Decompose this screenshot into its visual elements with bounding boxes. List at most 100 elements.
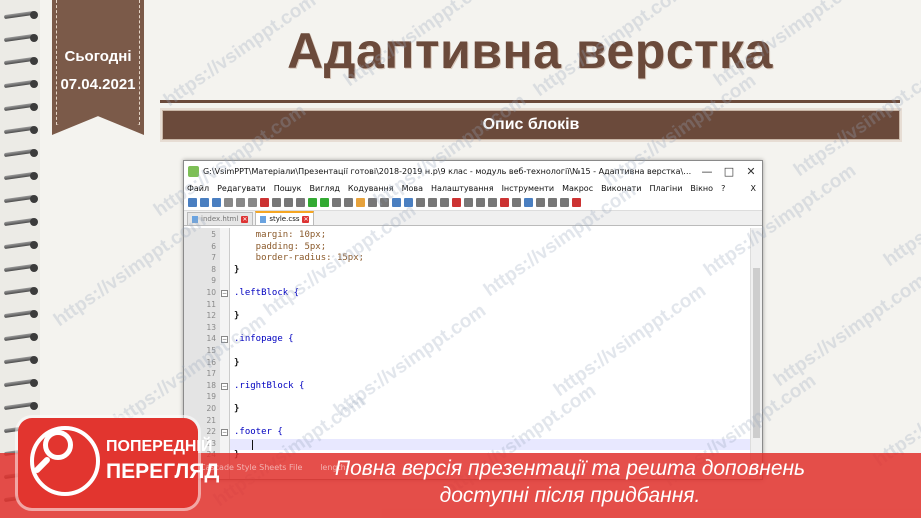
today-label: Сьогодні: [64, 48, 132, 65]
toolbar-button-icon[interactable]: [548, 198, 557, 207]
menu-item[interactable]: Інструменти: [502, 184, 555, 193]
menu-item[interactable]: Вікно: [690, 184, 713, 193]
toolbar-button-icon[interactable]: [512, 198, 521, 207]
menu-item[interactable]: Кодування: [348, 184, 394, 193]
text-caret: [252, 439, 253, 450]
menu-item[interactable]: Мова: [402, 184, 423, 193]
line-number: 5: [211, 230, 216, 239]
maximize-button[interactable]: □: [718, 165, 740, 178]
menu-item[interactable]: Вигляд: [310, 184, 340, 193]
fold-toggle-icon[interactable]: −: [221, 429, 228, 437]
toolbar-button-icon[interactable]: [200, 198, 209, 207]
close-button[interactable]: ✕: [740, 165, 762, 178]
line-number: 16: [206, 357, 216, 367]
tab-bar: index.html ✕ style.css ✕: [184, 211, 762, 226]
toolbar-button-icon[interactable]: [296, 198, 305, 207]
toolbar-button-icon[interactable]: [224, 198, 233, 207]
toolbar-button-icon[interactable]: [344, 198, 353, 207]
preview-text-line-1: Повна версія презентації та решта доповн…: [334, 457, 806, 480]
toolbar-button-icon[interactable]: [356, 198, 365, 207]
menu-item[interactable]: Макрос: [562, 184, 593, 193]
menu-item[interactable]: Файл: [187, 184, 209, 193]
title-underline: [160, 100, 900, 103]
binding-ring: [3, 286, 38, 296]
code-line: .rightBlock {: [234, 380, 305, 391]
tab-style-css[interactable]: style.css ✕: [255, 211, 315, 225]
toolbar-button-icon[interactable]: [500, 198, 509, 207]
line-number: 20: [206, 404, 216, 413]
toolbar-button-icon[interactable]: [464, 198, 473, 207]
menu-item[interactable]: Пошук: [274, 184, 302, 193]
toolbar-button-icon[interactable]: [380, 198, 389, 207]
menu-item[interactable]: Плагіни: [650, 184, 683, 193]
menu-item[interactable]: Редагувати: [217, 184, 266, 193]
toolbar-button-icon[interactable]: [368, 198, 377, 207]
toolbar-button-icon[interactable]: [428, 198, 437, 207]
code-line: border-radius: 15px;: [234, 253, 365, 264]
tab-close-icon[interactable]: ✕: [241, 215, 249, 223]
toolbar-button-icon[interactable]: [188, 198, 197, 207]
preview-badge: ПОПЕРЕДНІЙ ПЕРЕГЛЯД: [18, 418, 219, 508]
code-editor[interactable]: 56789101112131415161718192021222324 −−−−…: [184, 228, 762, 479]
binding-ring: [3, 125, 38, 135]
toolbar-button-icon[interactable]: [404, 198, 413, 207]
toolbar-button-icon[interactable]: [392, 198, 401, 207]
binding-ring: [3, 102, 38, 112]
toolbar-button-icon[interactable]: [524, 198, 533, 207]
line-number: 6: [211, 241, 216, 251]
toolbar-button-icon[interactable]: [284, 198, 293, 207]
toolbar-button-icon[interactable]: [308, 198, 317, 207]
tab-index-html[interactable]: index.html ✕: [187, 212, 254, 225]
binding-ring: [3, 217, 38, 227]
toolbar-button-icon[interactable]: [488, 198, 497, 207]
binding-ring: [3, 79, 38, 89]
toolbar-button-icon[interactable]: [476, 198, 485, 207]
toolbar-button-icon[interactable]: [452, 198, 461, 207]
preview-text-line-2: доступні після придбання.: [439, 484, 701, 507]
binding-ring: [3, 240, 38, 250]
line-number: 19: [206, 392, 216, 402]
fold-toggle-icon[interactable]: −: [221, 382, 228, 390]
line-number: 21: [206, 415, 216, 425]
binding-ring: [3, 332, 38, 342]
toolbar-button-icon[interactable]: [536, 198, 545, 207]
binding-ring: [3, 309, 38, 319]
window-titlebar[interactable]: G:\VsimPPT\Матеріали\Презентації готові\…: [184, 161, 762, 181]
slide-title: Адаптивна верстка: [287, 23, 773, 79]
line-number: 22: [206, 427, 216, 437]
notepad-window[interactable]: G:\VsimPPT\Матеріали\Презентації готові\…: [183, 160, 763, 480]
tab-close-icon[interactable]: ✕: [302, 215, 310, 223]
menu-close-button[interactable]: X: [751, 184, 756, 193]
line-number: 17: [206, 369, 216, 379]
file-icon: [260, 215, 267, 223]
fold-toggle-icon[interactable]: −: [221, 336, 228, 344]
toolbar-button-icon[interactable]: [212, 198, 221, 207]
minimize-button[interactable]: —: [696, 165, 718, 178]
code-line: margin: 10px;: [234, 230, 327, 240]
vertical-scrollbar[interactable]: [750, 228, 762, 479]
code-line: }: [234, 404, 240, 414]
menu-item[interactable]: Налаштування: [431, 184, 494, 193]
scrollbar-thumb[interactable]: [753, 268, 760, 438]
watermark-text: https://vsimppt.com: [770, 270, 921, 391]
code-line: }: [234, 264, 240, 275]
fold-toggle-icon[interactable]: −: [221, 290, 228, 297]
toolbar-button-icon[interactable]: [416, 198, 425, 207]
tab-label: index.html: [201, 215, 239, 223]
code-area[interactable]: margin: 10px; padding: 5px; border-radiu…: [230, 228, 750, 479]
toolbar-button-icon[interactable]: [440, 198, 449, 207]
menu-item[interactable]: Виконати: [601, 184, 641, 193]
code-line: .footer {: [234, 427, 283, 438]
toolbar-button-icon[interactable]: [248, 198, 257, 207]
toolbar-button-icon[interactable]: [272, 198, 281, 207]
toolbar-button-icon[interactable]: [332, 198, 341, 207]
menu-item[interactable]: ?: [721, 184, 725, 193]
toolbar-button-icon[interactable]: [236, 198, 245, 207]
toolbar-button-icon[interactable]: [260, 198, 269, 207]
toolbar-button-icon[interactable]: [320, 198, 329, 207]
fold-margin: − − − −: [220, 228, 230, 479]
toolbar: [184, 195, 762, 211]
code-line: .infopage {: [234, 334, 294, 345]
toolbar-button-icon[interactable]: [572, 198, 581, 207]
toolbar-button-icon[interactable]: [560, 198, 569, 207]
